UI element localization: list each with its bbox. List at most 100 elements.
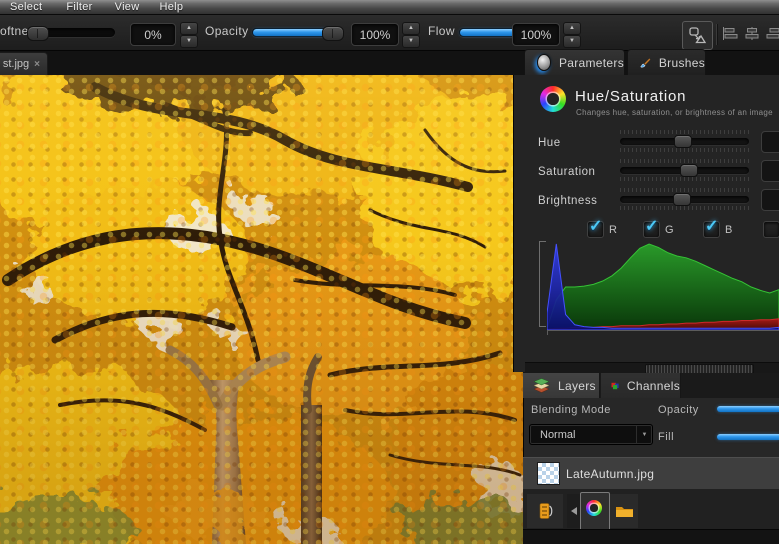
channel-r-label: R [609,224,617,236]
close-icon[interactable]: × [34,59,40,70]
hue-saturation-icon [540,86,566,112]
opacity-slider-handle[interactable] [322,26,344,41]
blend-mode-value: Normal [540,429,636,441]
saturation-slider-handle[interactable] [680,164,698,177]
brush-icon [640,55,651,70]
color-wheel-icon [586,500,602,516]
panel-subtitle: Changes hue, saturation, or brightness o… [576,108,778,117]
saturation-slider[interactable] [620,167,749,174]
collapse-left-icon [571,507,577,515]
softness-value-field[interactable]: 0% [130,23,176,46]
align-right-button[interactable] [765,26,779,41]
layer-fill-label: Fill [658,431,674,443]
brightness-ticks-bottom [620,206,749,210]
panel-title: Hue/Saturation [575,88,686,105]
menu-view[interactable]: View [115,1,140,13]
rgb-histogram [547,242,779,330]
align-left-button[interactable] [721,26,738,41]
blend-mode-select[interactable]: Normal ▼ [529,424,653,445]
channel-b-checkbox[interactable]: ✓ B [703,221,720,238]
opacity-label: Opacity [205,24,248,38]
flow-stepper-up[interactable]: ▲ [563,22,581,35]
layer-row[interactable]: LateAutumn.jpg [523,457,779,490]
blending-mode-label: Blending Mode [531,404,611,416]
layers-icon [533,378,550,393]
shape-transform-icon [688,26,707,45]
layer-opacity-slider[interactable] [717,406,779,412]
flow-value-field[interactable]: 100% [512,23,560,46]
shape-transform-button[interactable] [682,21,713,50]
align-center-icon [744,27,760,40]
hue-ticks-top [620,130,749,134]
book-icon [537,502,553,520]
channel-b-label: B [725,224,732,236]
softness-stepper-down[interactable]: ▼ [180,35,198,48]
softness-stepper-up[interactable]: ▲ [180,22,198,35]
tab-layers-label: Layers [558,379,596,393]
saturation-label: Saturation [538,166,595,178]
hue-label: Hue [538,137,561,149]
softness-slider-handle[interactable] [27,26,49,41]
align-left-icon [722,27,738,40]
folder-button[interactable] [610,494,638,528]
tab-brushes[interactable]: Brushes [627,49,706,75]
tab-parameters[interactable]: Parameters [524,49,625,75]
channel-g-checkbox[interactable]: ✓ G [643,221,660,238]
check-icon: ✓ [645,216,658,236]
opacity-slider[interactable] [252,28,342,37]
menu-help[interactable]: Help [159,1,183,13]
brightness-slider[interactable] [620,196,749,203]
flow-label: Flow [428,24,455,38]
brightness-label: Brightness [538,195,597,207]
footer-collapse-button[interactable] [567,494,581,528]
channel-r-checkbox[interactable]: ✓ R [587,221,604,238]
saturation-ticks-top [620,159,749,163]
opacity-stepper-up[interactable]: ▲ [402,22,420,35]
hue-value-field[interactable] [761,131,779,153]
histogram-axis-bracket [539,241,546,327]
brightness-slider-handle[interactable] [673,193,691,206]
adjustment-wheel-button[interactable] [580,492,610,531]
autumn-photo [0,75,523,544]
book-button[interactable] [527,494,563,528]
hue-slider[interactable] [620,138,749,145]
dropdown-arrow-icon[interactable]: ▼ [636,425,652,444]
brightness-value-field[interactable] [761,189,779,211]
layer-fill-slider[interactable] [717,434,779,440]
channel-g-label: G [665,224,674,236]
document-tab[interactable]: st.jpg × [0,52,48,75]
layer-opacity-label: Opacity [658,404,699,416]
saturation-value-field[interactable] [761,160,779,182]
brightness-ticks-top [620,188,749,192]
photo-editor-app: Select Filter View Help oftness 0% ▲ ▼ O… [0,0,779,544]
check-icon: ✓ [705,216,718,236]
folder-icon [615,504,634,518]
saturation-ticks-bottom [620,177,749,181]
canvas-image[interactable] [0,75,523,544]
histogram-baseline-tick [547,330,548,335]
tab-channels[interactable]: Channels [601,373,681,398]
knob-icon [537,54,551,71]
tab-parameters-label: Parameters [559,56,624,70]
histogram-baseline [547,330,779,331]
check-icon: ✓ [589,216,602,236]
channels-icon [611,379,619,393]
tab-layers[interactable]: Layers [523,373,600,398]
softness-slider[interactable] [27,28,115,37]
menu-bar: Select Filter View Help [0,0,779,15]
layer-thumbnail [537,462,560,485]
channel-extra-checkbox[interactable]: ✓ [763,221,779,238]
hue-slider-handle[interactable] [674,135,692,148]
hue-ticks-bottom [620,148,749,152]
tool-options-bar: oftness 0% ▲ ▼ Opacity 100% ▲ ▼ Flow 100… [0,15,779,51]
document-tab-label: st.jpg [3,58,29,70]
layer-name: LateAutumn.jpg [566,467,654,481]
opacity-value-field[interactable]: 100% [351,23,399,46]
menu-filter[interactable]: Filter [66,1,92,13]
align-center-button[interactable] [743,26,760,41]
flow-stepper-down[interactable]: ▼ [563,35,581,48]
tab-channels-label: Channels [627,379,680,393]
opacity-stepper-down[interactable]: ▼ [402,35,420,48]
menu-select[interactable]: Select [10,1,42,13]
align-right-icon [766,27,779,40]
